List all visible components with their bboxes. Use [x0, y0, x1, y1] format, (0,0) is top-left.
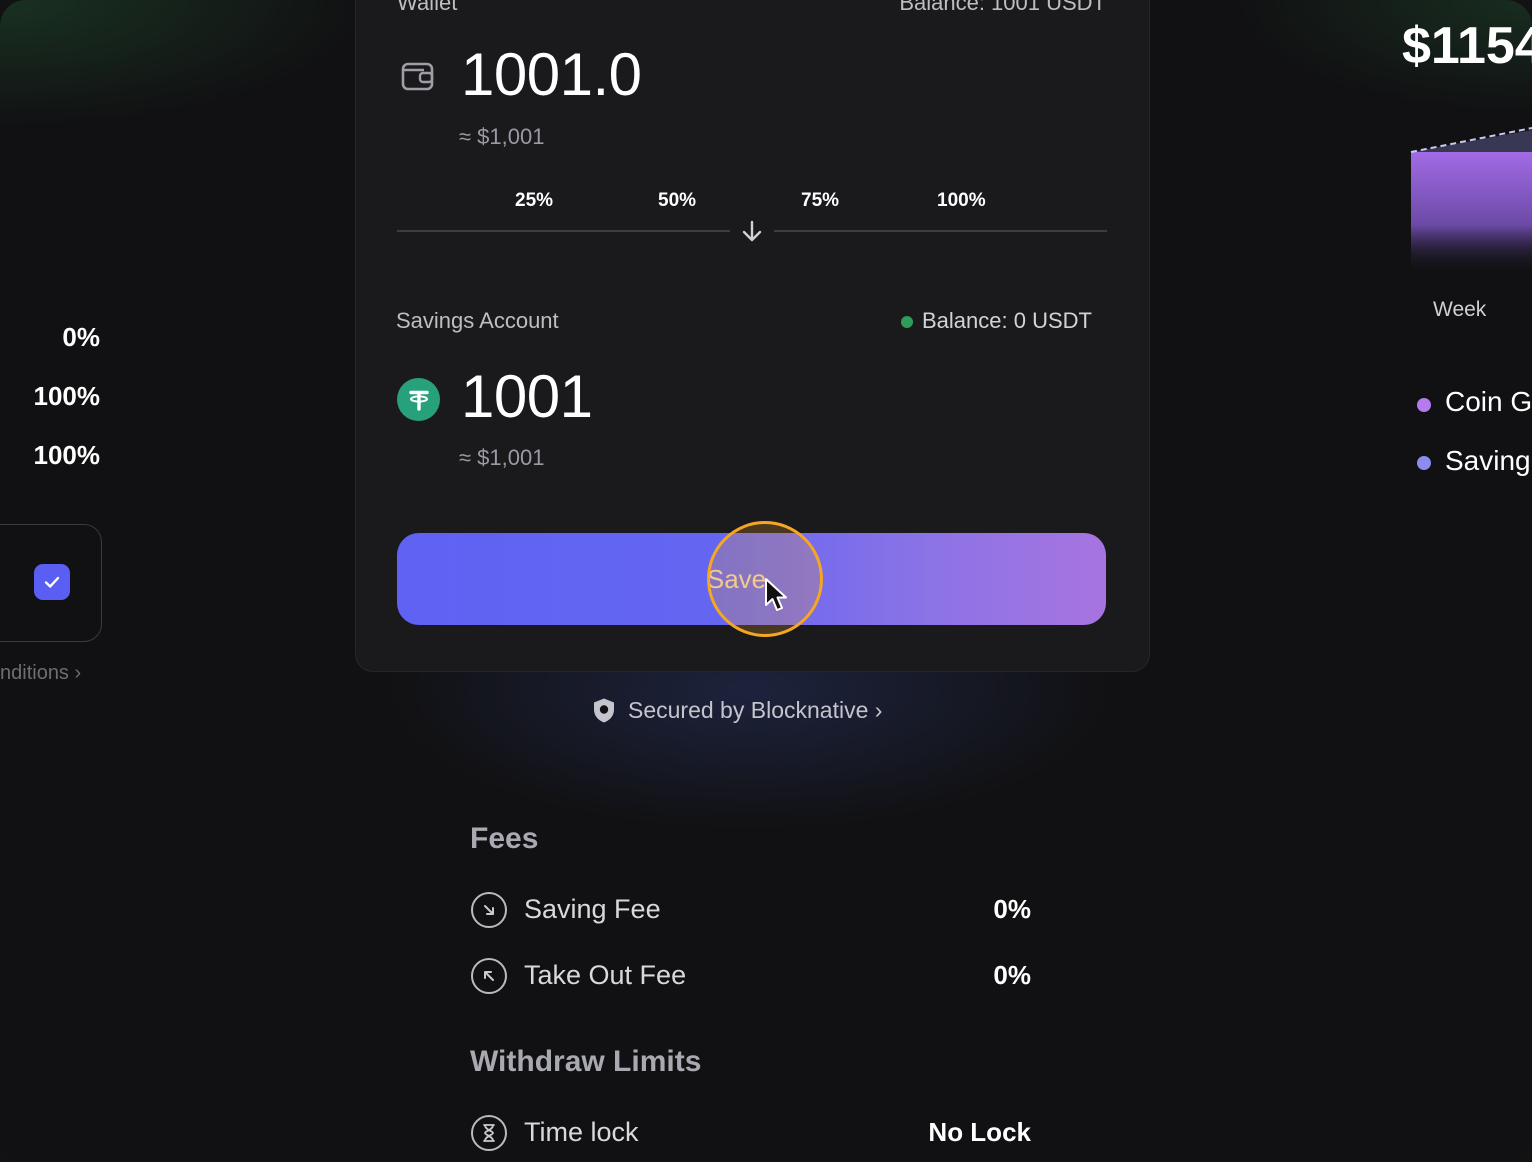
percent-50-button[interactable]: 50% — [658, 190, 696, 212]
secured-link[interactable]: Secured by Blocknative › — [592, 697, 882, 724]
arrow-down-right-icon — [471, 892, 507, 928]
saving-fee-value: 0% — [993, 894, 1031, 924]
savings-balance: Balance: 0 USDT — [922, 308, 1092, 333]
divider-right — [774, 230, 1107, 232]
take-out-fee-value: 0% — [993, 960, 1031, 990]
take-out-fee-label: Take Out Fee — [524, 960, 687, 990]
savings-amount: 1001 — [461, 363, 593, 430]
fees-title: Fees — [470, 822, 539, 855]
wallet-label: Wallet — [397, 0, 458, 15]
balance-area-chart — [1410, 120, 1532, 285]
percent-75-button[interactable]: 75% — [801, 190, 839, 212]
left-panel-value: 100% — [33, 440, 101, 470]
tether-icon — [397, 378, 440, 421]
check-icon — [44, 576, 60, 588]
percent-100-button[interactable]: 100% — [937, 190, 986, 212]
legend-savings: Saving — [1445, 445, 1531, 476]
left-panel-value: 100% — [33, 381, 101, 411]
period-week-tab[interactable]: Week — [1433, 298, 1486, 322]
savings-label: Savings Account — [396, 308, 559, 333]
wallet-amount[interactable]: 1001.0 — [461, 40, 642, 109]
wallet-approx-value: ≈ $1,001 — [459, 124, 545, 149]
arrow-down-icon[interactable] — [740, 219, 764, 250]
left-panel-value: 0% — [62, 322, 100, 352]
terms-link[interactable]: nditions › — [0, 662, 81, 685]
time-lock-label: Time lock — [524, 1117, 639, 1147]
withdraw-limits-title: Withdraw Limits — [470, 1045, 702, 1078]
wallet-balance: Balance: 1001 USDT — [899, 0, 1106, 15]
status-dot — [901, 316, 913, 328]
total-balance: $1154 — [1402, 17, 1532, 75]
time-lock-value: No Lock — [928, 1117, 1031, 1147]
hourglass-icon — [471, 1115, 507, 1151]
arrow-up-left-icon — [471, 958, 507, 994]
secured-text: Secured by Blocknative › — [628, 697, 883, 723]
cursor-icon — [764, 577, 790, 618]
app-frame: 0% 100% 100% nditions › Wallet Balance: … — [0, 0, 1532, 1162]
divider-left — [397, 230, 730, 232]
legend-dot-coin-growth — [1417, 398, 1431, 412]
shield-icon — [594, 698, 614, 723]
terms-checkbox[interactable] — [34, 564, 70, 600]
legend-dot-savings — [1417, 456, 1431, 470]
saving-fee-label: Saving Fee — [524, 894, 661, 924]
legend-coin-growth: Coin Gr — [1445, 386, 1532, 417]
savings-approx-value: ≈ $1,001 — [459, 445, 545, 470]
percent-25-button[interactable]: 25% — [515, 190, 553, 212]
wallet-icon — [400, 58, 436, 99]
